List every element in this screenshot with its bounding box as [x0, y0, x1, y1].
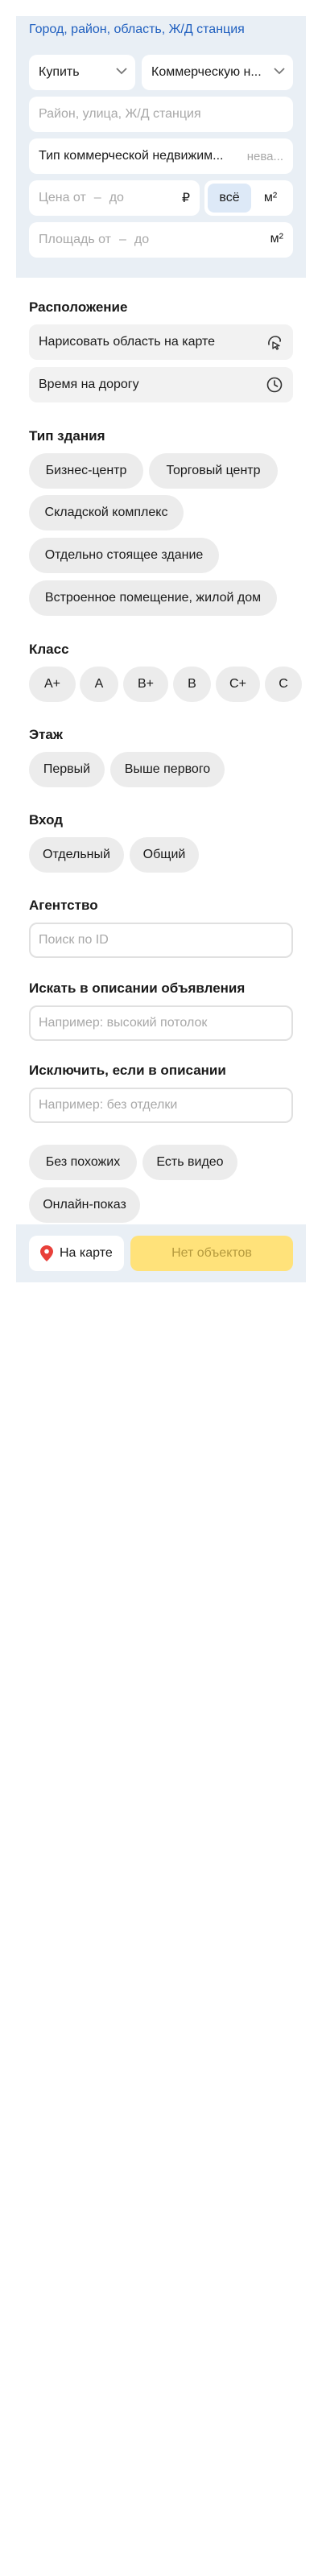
search-description-title: Искать в описании объявления	[29, 980, 246, 996]
price-unit-toggle: всё м²	[204, 180, 293, 216]
class-title: Класс	[29, 642, 69, 657]
price-to-placeholder: до	[109, 191, 124, 204]
deal-type-value: Купить	[39, 65, 80, 79]
travel-time-label: Время на дорогу	[39, 378, 139, 391]
geo-placeholder: Район, улица, Ж/Д станция	[39, 107, 201, 121]
deal-type-select[interactable]: Купить	[29, 55, 135, 90]
area-to-placeholder: до	[134, 233, 150, 246]
chip-class-b[interactable]: B	[173, 667, 211, 702]
location-title: Расположение	[29, 299, 128, 315]
chip-entrance-common[interactable]: Общий	[130, 837, 199, 873]
search-description-input[interactable]	[39, 1016, 283, 1030]
currency-label: ₽	[181, 192, 190, 205]
search-description-field[interactable]	[29, 1005, 293, 1041]
chip-class-b-plus[interactable]: B+	[123, 667, 168, 702]
category-value: Коммерческую н...	[151, 65, 262, 79]
chip-built-in-premises[interactable]: Встроенное помещение, жилой дом	[29, 580, 277, 616]
price-range-input[interactable]: Цена от – до ₽	[29, 180, 200, 216]
area-dash: –	[118, 233, 126, 246]
price-unit-per-m2[interactable]: м²	[251, 184, 290, 213]
chip-class-c-plus[interactable]: C+	[216, 667, 260, 702]
region-link[interactable]: Город, район, область, Ж/Д станция	[29, 23, 245, 37]
chip-class-a-plus[interactable]: A+	[29, 667, 76, 702]
chevron-down-icon	[116, 68, 127, 75]
chevron-down-icon	[274, 68, 285, 75]
property-type-value: нева...	[246, 149, 283, 163]
chip-business-center[interactable]: Бизнес-центр	[29, 453, 143, 489]
chip-class-c[interactable]: C	[265, 667, 302, 702]
chip-entrance-separate[interactable]: Отдельный	[29, 837, 124, 873]
travel-time-button[interactable]: Время на дорогу	[29, 367, 293, 402]
area-range-input[interactable]: Площадь от – до м²	[29, 222, 293, 258]
map-pin-icon	[40, 1245, 53, 1261]
agency-title: Агентство	[29, 898, 98, 913]
chip-no-similar[interactable]: Без похожих	[29, 1145, 137, 1180]
area-unit-label: м²	[270, 232, 283, 246]
exclude-description-input[interactable]	[39, 1098, 283, 1113]
chip-shopping-center[interactable]: Торговый центр	[149, 453, 278, 489]
draw-area-button[interactable]: Нарисовать область на карте	[29, 324, 293, 360]
property-type-select[interactable]: Тип коммерческой недвижим... нева...	[29, 138, 293, 174]
on-map-label: На карте	[60, 1246, 113, 1260]
chip-warehouse[interactable]: Складской комплекс	[29, 495, 184, 530]
area-from-placeholder: Площадь от	[39, 233, 111, 246]
on-map-button[interactable]: На карте	[29, 1236, 124, 1271]
geo-search-input[interactable]: Район, улица, Ж/Д станция	[29, 97, 293, 132]
agency-id-input[interactable]	[39, 933, 283, 947]
clock-icon	[266, 377, 283, 393]
chip-class-a[interactable]: A	[80, 667, 118, 702]
price-unit-all[interactable]: всё	[208, 184, 251, 213]
agency-id-field[interactable]	[29, 923, 293, 958]
property-type-label: Тип коммерческой недвижим...	[39, 149, 224, 163]
draw-area-icon	[268, 336, 281, 350]
chip-floor-above-first[interactable]: Выше первого	[110, 752, 225, 787]
chip-floor-first[interactable]: Первый	[29, 752, 105, 787]
chip-online-viewing[interactable]: Онлайн-показ	[29, 1187, 140, 1223]
price-dash: –	[93, 191, 101, 204]
show-results-button[interactable]: Нет объектов	[130, 1236, 293, 1271]
category-select[interactable]: Коммерческую н...	[142, 55, 293, 90]
entrance-title: Вход	[29, 812, 64, 828]
price-from-placeholder: Цена от	[39, 191, 86, 204]
chip-detached-building[interactable]: Отдельно стоящее здание	[29, 538, 219, 573]
exclude-description-field[interactable]	[29, 1088, 293, 1123]
exclude-description-title: Исключить, если в описании	[29, 1063, 226, 1078]
floor-title: Этаж	[29, 727, 63, 742]
chip-has-video[interactable]: Есть видео	[142, 1145, 237, 1180]
draw-area-label: Нарисовать область на карте	[39, 335, 216, 349]
building-type-title: Тип здания	[29, 428, 105, 444]
